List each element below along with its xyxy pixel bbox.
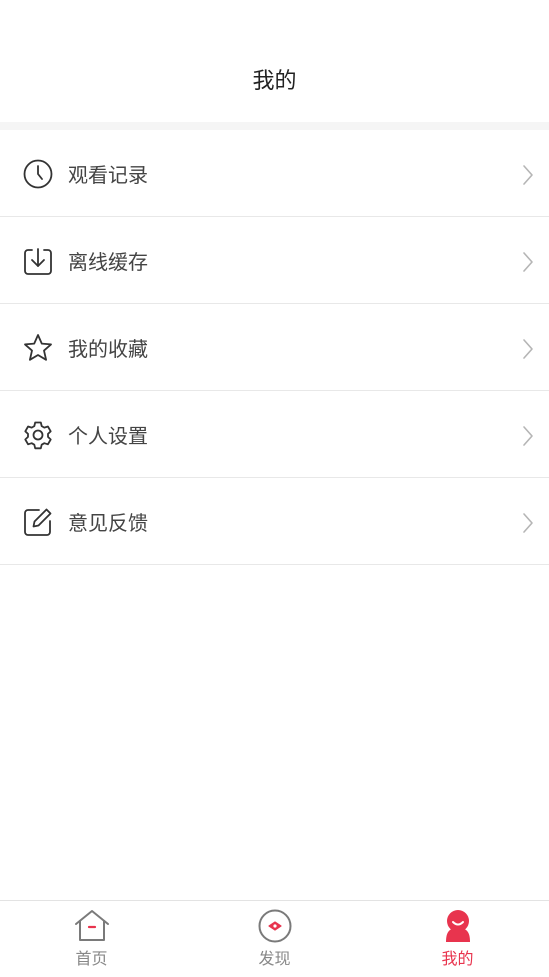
tab-label: 我的 xyxy=(441,949,474,968)
tab-home[interactable]: 首页 xyxy=(0,901,183,977)
menu-item-settings[interactable]: 个人设置 xyxy=(0,391,549,478)
menu-item-label: 离线缓存 xyxy=(68,250,148,274)
chevron-right-icon xyxy=(521,163,535,187)
menu-item-favorites[interactable]: 我的收藏 xyxy=(0,304,549,391)
edit-icon xyxy=(22,506,54,538)
chevron-right-icon xyxy=(521,250,535,274)
clock-icon xyxy=(22,158,54,190)
menu-item-feedback[interactable]: 意见反馈 xyxy=(0,478,549,565)
bottom-tab-bar: 首页 发现 我的 xyxy=(0,900,549,976)
menu-item-label: 我的收藏 xyxy=(68,337,148,361)
menu-item-watch-history[interactable]: 观看记录 xyxy=(0,130,549,217)
tab-label: 发现 xyxy=(258,949,291,968)
profile-icon xyxy=(439,907,477,945)
chevron-right-icon xyxy=(521,511,535,535)
gear-icon xyxy=(22,419,54,451)
header: 我的 xyxy=(0,0,549,122)
menu-item-label: 个人设置 xyxy=(68,424,148,448)
menu-item-offline-cache[interactable]: 离线缓存 xyxy=(0,217,549,304)
menu-item-label: 意见反馈 xyxy=(68,511,148,535)
tab-discover[interactable]: 发现 xyxy=(183,901,366,977)
star-icon xyxy=(22,332,54,364)
page-title: 我的 xyxy=(252,69,297,94)
tab-profile[interactable]: 我的 xyxy=(366,901,549,977)
menu-list: 观看记录 离线缓存 我的收藏 个人设置 意见反馈 xyxy=(0,130,549,565)
tab-label: 首页 xyxy=(75,949,108,968)
menu-item-label: 观看记录 xyxy=(68,163,148,187)
discover-icon xyxy=(256,907,294,945)
home-icon xyxy=(73,907,111,945)
chevron-right-icon xyxy=(521,337,535,361)
chevron-right-icon xyxy=(521,424,535,448)
download-icon xyxy=(22,245,54,277)
header-divider xyxy=(0,122,549,130)
